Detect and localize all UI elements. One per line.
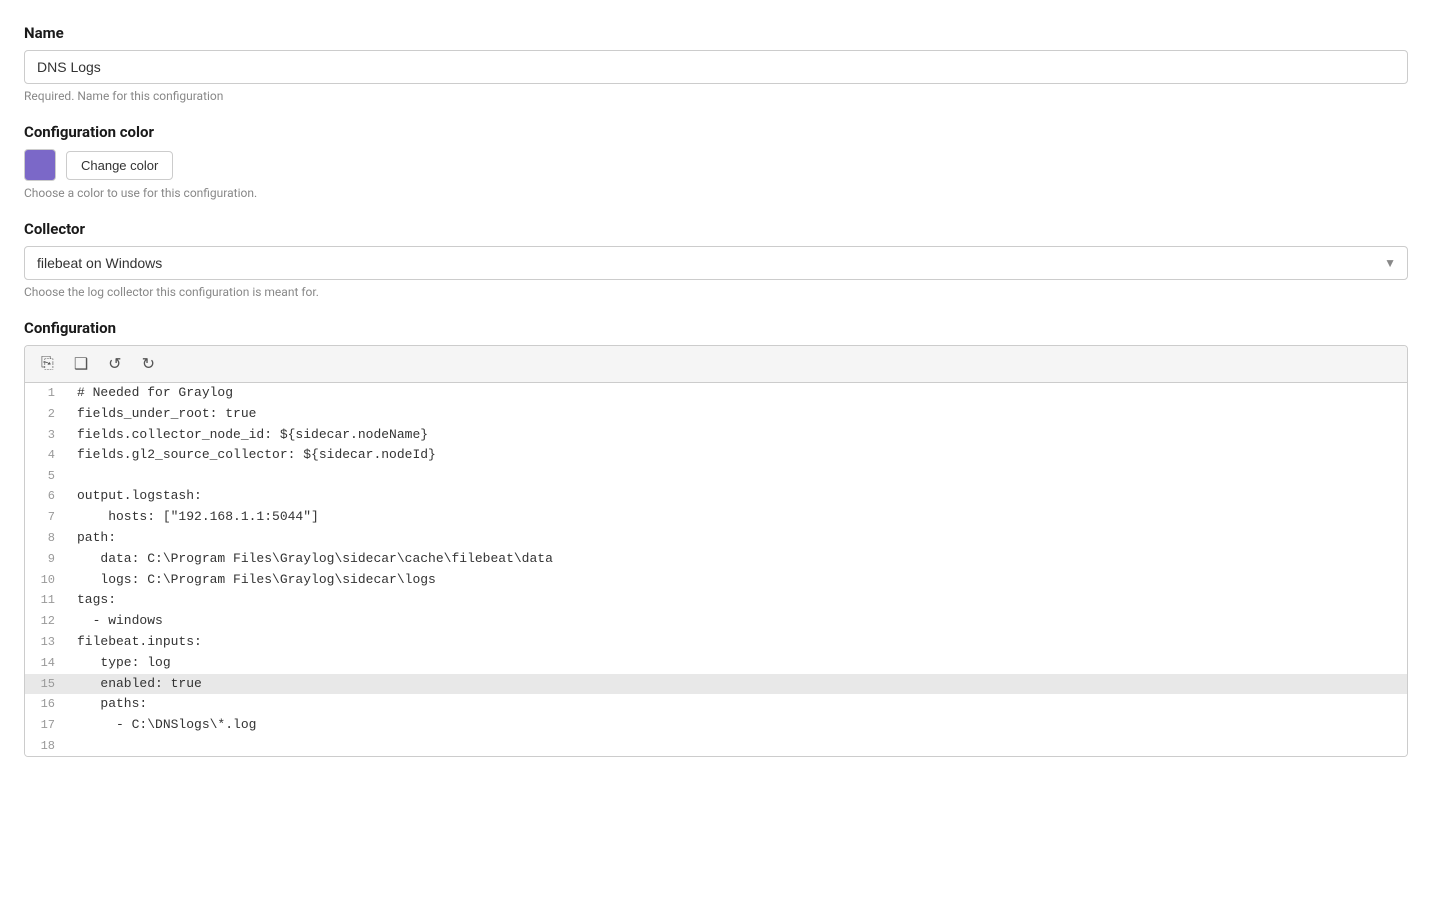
undo-icon-button[interactable]: ↺ xyxy=(104,352,125,376)
line-number: 1 xyxy=(25,383,65,404)
line-number: 12 xyxy=(25,611,65,632)
line-content: output.logstash: xyxy=(65,486,1407,507)
line-content: - windows xyxy=(65,611,1407,632)
line-content xyxy=(65,736,1407,756)
table-row: 1# Needed for Graylog xyxy=(25,383,1407,404)
copy-icon-button[interactable]: ⎘ xyxy=(37,353,58,375)
line-content: fields_under_root: true xyxy=(65,404,1407,425)
line-number: 13 xyxy=(25,632,65,653)
line-number: 11 xyxy=(25,590,65,611)
configuration-label: Configuration xyxy=(24,319,1408,337)
line-number: 9 xyxy=(25,549,65,570)
redo-icon-button[interactable]: ↻ xyxy=(138,352,159,376)
color-swatch[interactable] xyxy=(24,149,56,181)
line-content xyxy=(65,466,1407,486)
table-row: 3fields.collector_node_id: ${sidecar.nod… xyxy=(25,425,1407,446)
configuration-section: Configuration ⎘ ❑ ↺ ↻ 1# Needed for Gray… xyxy=(24,319,1408,757)
line-number: 18 xyxy=(25,736,65,756)
line-number: 6 xyxy=(25,486,65,507)
line-number: 4 xyxy=(25,445,65,466)
line-content: paths: xyxy=(65,694,1407,715)
color-help-text: Choose a color to use for this configura… xyxy=(24,186,1408,200)
table-row: 17 - C:\DNSlogs\*.log xyxy=(25,715,1407,736)
collector-section: Collector filebeat on Windows filebeat o… xyxy=(24,220,1408,299)
undo-icon: ↺ xyxy=(108,354,121,374)
table-row: 6output.logstash: xyxy=(25,486,1407,507)
code-editor[interactable]: 1# Needed for Graylog2fields_under_root:… xyxy=(25,383,1407,756)
table-row: 13filebeat.inputs: xyxy=(25,632,1407,653)
change-color-button[interactable]: Change color xyxy=(66,151,173,180)
table-row: 18 xyxy=(25,736,1407,756)
line-content: filebeat.inputs: xyxy=(65,632,1407,653)
name-input[interactable] xyxy=(24,50,1408,84)
table-row: 2fields_under_root: true xyxy=(25,404,1407,425)
line-content: path: xyxy=(65,528,1407,549)
table-row: 15 enabled: true xyxy=(25,674,1407,695)
line-content: # Needed for Graylog xyxy=(65,383,1407,404)
collector-label: Collector xyxy=(24,220,1408,238)
line-number: 10 xyxy=(25,570,65,591)
line-content: tags: xyxy=(65,590,1407,611)
copy-icon: ⎘ xyxy=(41,355,54,373)
table-row: 8path: xyxy=(25,528,1407,549)
line-content: data: C:\Program Files\Graylog\sidecar\c… xyxy=(65,549,1407,570)
name-help-text: Required. Name for this configuration xyxy=(24,89,1408,103)
line-number: 16 xyxy=(25,694,65,715)
table-row: 4fields.gl2_source_collector: ${sidecar.… xyxy=(25,445,1407,466)
table-row: 12 - windows xyxy=(25,611,1407,632)
color-row: Change color xyxy=(24,149,1408,181)
line-content: - C:\DNSlogs\*.log xyxy=(65,715,1407,736)
table-row: 14 type: log xyxy=(25,653,1407,674)
collector-select-wrapper: filebeat on Windows filebeat on Linux nx… xyxy=(24,246,1408,280)
line-content: fields.gl2_source_collector: ${sidecar.n… xyxy=(65,445,1407,466)
line-content: enabled: true xyxy=(65,674,1407,695)
line-number: 15 xyxy=(25,674,65,695)
line-number: 5 xyxy=(25,466,65,486)
editor-container: ⎘ ❑ ↺ ↻ 1# Needed for Graylog2fields_und… xyxy=(24,345,1408,757)
paste-icon: ❑ xyxy=(74,354,88,374)
table-row: 5 xyxy=(25,466,1407,486)
line-content: hosts: ["192.168.1.1:5044"] xyxy=(65,507,1407,528)
table-row: 11tags: xyxy=(25,590,1407,611)
table-row: 7 hosts: ["192.168.1.1:5044"] xyxy=(25,507,1407,528)
table-row: 9 data: C:\Program Files\Graylog\sidecar… xyxy=(25,549,1407,570)
collector-help-text: Choose the log collector this configurat… xyxy=(24,285,1408,299)
line-content: fields.collector_node_id: ${sidecar.node… xyxy=(65,425,1407,446)
line-number: 14 xyxy=(25,653,65,674)
line-number: 8 xyxy=(25,528,65,549)
collector-select[interactable]: filebeat on Windows filebeat on Linux nx… xyxy=(24,246,1408,280)
line-number: 7 xyxy=(25,507,65,528)
color-section: Configuration color Change color Choose … xyxy=(24,123,1408,200)
color-label: Configuration color xyxy=(24,123,1408,141)
line-content: type: log xyxy=(65,653,1407,674)
line-number: 17 xyxy=(25,715,65,736)
line-content: logs: C:\Program Files\Graylog\sidecar\l… xyxy=(65,570,1407,591)
name-section: Name Required. Name for this configurati… xyxy=(24,24,1408,103)
table-row: 16 paths: xyxy=(25,694,1407,715)
name-label: Name xyxy=(24,24,1408,42)
paste-icon-button[interactable]: ❑ xyxy=(70,352,92,376)
table-row: 10 logs: C:\Program Files\Graylog\sideca… xyxy=(25,570,1407,591)
redo-icon: ↻ xyxy=(142,354,155,374)
line-number: 2 xyxy=(25,404,65,425)
editor-toolbar: ⎘ ❑ ↺ ↻ xyxy=(25,346,1407,383)
line-number: 3 xyxy=(25,425,65,446)
